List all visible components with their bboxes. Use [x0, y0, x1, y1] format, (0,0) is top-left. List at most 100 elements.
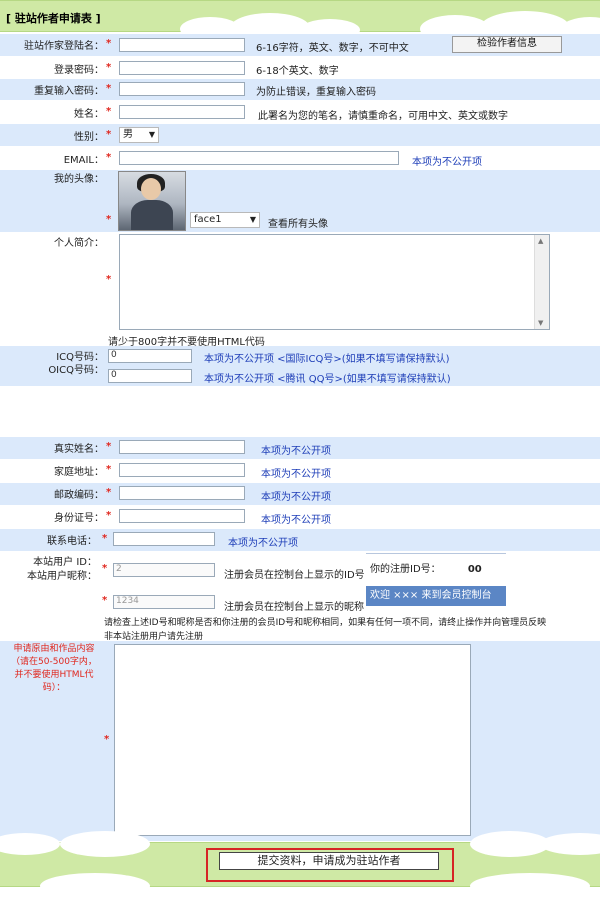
real-name-label: 真实姓名：: [54, 444, 104, 455]
cloud-decoration: [60, 831, 150, 857]
zip-label: 邮政编码：: [54, 490, 104, 501]
pen-name-hint: 此署名为您的笔名，请慎重命名，可用中文、英文或数字: [258, 111, 508, 122]
cloud-decoration: [470, 831, 550, 857]
required-mark: *: [106, 106, 112, 117]
id-card-hint: 本项为不公开项: [261, 515, 331, 526]
address-hint: 本项为不公开项: [261, 469, 331, 480]
phone-input[interactable]: [113, 532, 215, 546]
scroll-down-icon[interactable]: ▼: [538, 319, 543, 327]
required-mark: *: [106, 152, 112, 163]
email-label: EMAIL：: [63, 155, 104, 166]
site-user-nick-input[interactable]: 1234: [113, 595, 215, 609]
avatar-label: 我的头像：: [54, 174, 104, 185]
id-card-label: 身份证号：: [54, 513, 104, 524]
site-user-id-label: 本站用户 ID：: [33, 557, 97, 568]
submit-button[interactable]: 提交资料，申请成为驻站作者: [219, 852, 439, 870]
phone-label: 联系电话：: [47, 536, 97, 547]
row-email: EMAIL： * 本项为不公开项: [0, 147, 600, 169]
intro-textarea[interactable]: ▲ ▼: [119, 234, 550, 330]
required-mark: *: [106, 214, 112, 225]
pen-name-label: 姓名：: [74, 109, 104, 120]
required-mark: *: [106, 274, 112, 285]
reason-textarea[interactable]: [114, 644, 471, 836]
required-mark: *: [106, 464, 112, 475]
reason-label-line: 并不要使用HTML代: [14, 670, 94, 680]
row-id-card: 身份证号： * 本项为不公开项: [0, 506, 600, 528]
oicq-label: OICQ号码：: [48, 365, 104, 376]
required-mark: *: [106, 441, 112, 452]
email-input[interactable]: [119, 151, 399, 165]
login-name-input[interactable]: [119, 38, 245, 52]
required-mark: *: [102, 595, 108, 606]
pen-name-input[interactable]: [119, 105, 245, 119]
login-name-label: 驻站作家登陆名：: [24, 41, 104, 52]
id-card-input[interactable]: [119, 509, 245, 523]
cloud-decoration: [470, 873, 590, 899]
chevron-down-icon: ▼: [249, 215, 256, 224]
password-hint: 6-18个英文、数字: [256, 66, 339, 77]
real-name-hint: 本项为不公开项: [261, 446, 331, 457]
reason-label-line: （请在50-500字内，: [11, 657, 97, 667]
check-author-button[interactable]: 检验作者信息: [452, 36, 562, 53]
site-user-nick-label: 本站用户昵称：: [27, 571, 97, 582]
scroll-up-icon[interactable]: ▲: [538, 237, 543, 245]
row-zip: 邮政编码： * 本项为不公开项: [0, 483, 600, 505]
icq-input[interactable]: 0: [108, 349, 192, 363]
phone-hint: 本项为不公开项: [228, 538, 298, 549]
row-login-name: 驻站作家登陆名： * 6-16字符，英文、数字，不可中文 检验作者信息: [0, 34, 600, 56]
view-all-avatars-link[interactable]: 查看所有头像: [268, 215, 328, 230]
gender-label: 性别：: [74, 132, 104, 143]
header-band: [ 驻站作者申请表 ]: [0, 0, 600, 45]
form-title: [ 驻站作者申请表 ]: [6, 12, 101, 25]
member-welcome-bar[interactable]: 欢迎 ××× 来到会员控制台: [366, 586, 506, 606]
avatar-select-value: face1: [194, 214, 222, 225]
real-name-input[interactable]: [119, 440, 245, 454]
member-id-label: 你的注册ID号：: [370, 564, 441, 575]
row-pen-name: 姓名： * 此署名为您的笔名，请慎重命名，可用中文、英文或数字: [0, 101, 600, 123]
row-avatar: 我的头像： * face1 ▼ 查看所有头像: [0, 170, 600, 232]
login-name-hint: 6-16字符，英文、数字，不可中文: [256, 43, 409, 54]
row-password-repeat: 重复输入密码： * 为防止错误，重复输入密码: [0, 79, 600, 100]
site-user-id-hint: 注册会员在控制台上显示的ID号: [224, 570, 365, 581]
gender-value: 男: [123, 129, 133, 140]
address-input[interactable]: [119, 463, 245, 477]
avatar-image: [118, 171, 186, 231]
password-repeat-input[interactable]: [119, 82, 245, 96]
gender-select[interactable]: 男 ▼: [119, 127, 159, 143]
reason-label-line: 申请原由和作品内容: [13, 644, 95, 654]
avatar-select[interactable]: face1 ▼: [190, 212, 260, 228]
reason-label: 申请原由和作品内容 （请在50-500字内， 并不要使用HTML代 码）：: [6, 643, 102, 695]
row-icq: ICQ号码： OICQ号码： 0 本项为不公开项 <国际ICQ号>(如果不填写请…: [0, 346, 600, 386]
required-mark: *: [102, 533, 108, 544]
intro-label: 个人简介：: [54, 238, 104, 249]
chevron-down-icon: ▼: [148, 130, 155, 139]
icq-hint: 本项为不公开项 <国际ICQ号>(如果不填写请保持默认): [204, 354, 450, 365]
zip-input[interactable]: [119, 486, 245, 500]
site-user-id-input[interactable]: 2: [113, 563, 215, 577]
reason-label-line: 码）：: [42, 683, 66, 693]
required-mark: *: [102, 563, 108, 574]
oicq-hint: 本项为不公开项 <腾讯 QQ号>(如果不填写请保持默认): [204, 374, 451, 385]
cloud-decoration: [40, 873, 150, 899]
scrollbar[interactable]: ▲ ▼: [534, 235, 549, 329]
address-label: 家庭地址：: [54, 467, 104, 478]
row-phone: 联系电话： * 本项为不公开项: [0, 529, 600, 551]
member-id-value: 00: [467, 564, 482, 575]
password-repeat-label: 重复输入密码：: [34, 86, 104, 97]
zip-hint: 本项为不公开项: [261, 492, 331, 503]
required-mark: *: [106, 83, 112, 94]
required-mark: *: [106, 510, 112, 521]
required-mark: *: [106, 487, 112, 498]
oicq-input[interactable]: 0: [108, 369, 192, 383]
row-address: 家庭地址： * 本项为不公开项: [0, 460, 600, 482]
password-repeat-hint: 为防止错误，重复输入密码: [256, 87, 376, 98]
required-mark: *: [106, 38, 112, 49]
password-input[interactable]: [119, 61, 245, 75]
email-hint: 本项为不公开项: [412, 157, 482, 168]
cloud-decoration: [0, 833, 60, 855]
row-site-user: 本站用户 ID： 本站用户昵称： * 2 注册会员在控制台上显示的ID号 * 1…: [0, 551, 600, 642]
required-mark: *: [106, 129, 112, 140]
site-user-nick-hint: 注册会员在控制台上显示的昵称: [224, 602, 364, 613]
row-real-name: 真实姓名： * 本项为不公开项: [0, 437, 600, 459]
required-mark: *: [104, 734, 110, 745]
